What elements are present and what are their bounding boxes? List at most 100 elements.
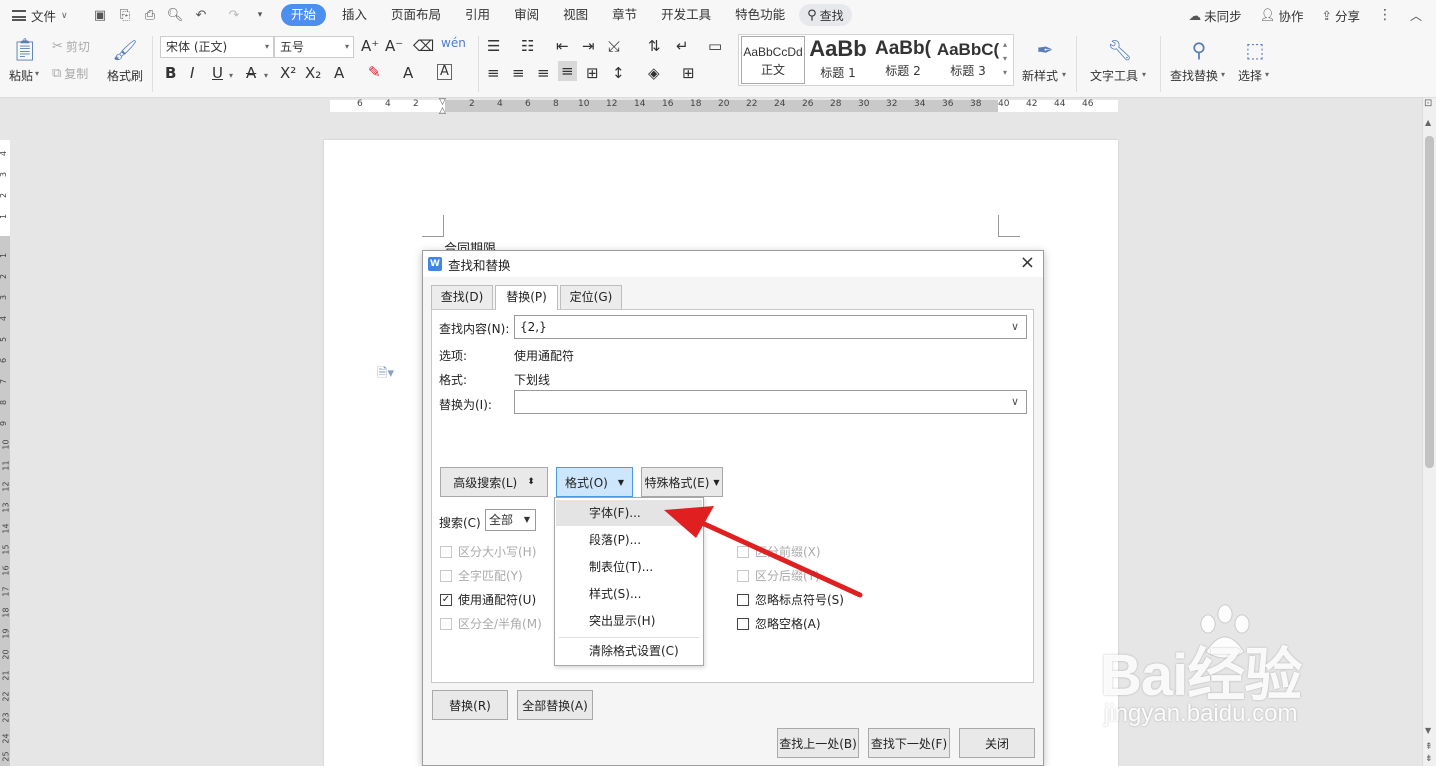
find-replace-button[interactable]: ⚲ xyxy=(1184,36,1214,64)
scroll-down-icon[interactable]: ▼ xyxy=(1425,726,1431,735)
decrease-indent-icon[interactable]: ⇤ xyxy=(556,37,569,55)
replace-input[interactable]: ∨ xyxy=(514,390,1027,414)
sync-status[interactable]: ☁ 未同步 xyxy=(1189,6,1242,25)
print-icon[interactable]: ⎙ xyxy=(142,7,158,23)
tab-special[interactable]: 特色功能 xyxy=(727,4,793,26)
select-button[interactable]: ⬚ xyxy=(1240,36,1270,64)
strikethrough-icon[interactable]: A xyxy=(246,64,256,82)
scroll-up-icon[interactable]: ▲ xyxy=(1425,118,1431,127)
paste-dropdown-icon[interactable]: ▾ xyxy=(35,69,39,78)
find-next-button[interactable]: 查找下一处(F) xyxy=(868,728,950,758)
print-preview-icon[interactable]: 🔍︎ xyxy=(167,7,184,23)
scroll-thumb[interactable] xyxy=(1425,136,1434,468)
replace-all-button[interactable]: 全部替换(A) xyxy=(517,690,593,720)
grow-font-icon[interactable]: A⁺ xyxy=(361,37,379,55)
match-case-checkbox[interactable]: 区分大小写(H) xyxy=(440,543,536,560)
font-color-icon[interactable]: A xyxy=(403,64,413,82)
close-button[interactable]: 关闭 xyxy=(959,728,1035,758)
more-icon[interactable]: ⋮ xyxy=(1378,7,1392,23)
indent-marker-icon[interactable]: ▽ △ xyxy=(439,98,446,116)
table-tools-icon[interactable]: ▭ xyxy=(708,37,722,55)
close-icon[interactable]: × xyxy=(1020,253,1035,273)
font-size-combo[interactable]: 五号 ▾ xyxy=(274,36,354,58)
new-style-button[interactable]: ✒ xyxy=(1030,36,1060,64)
text-tools-button[interactable]: 🔧︎ xyxy=(1105,36,1135,64)
chevron-down-icon[interactable]: ∨ xyxy=(1011,316,1019,338)
underline-dropdown-icon[interactable]: ▾ xyxy=(229,71,233,80)
find-replace-label[interactable]: 查找替换 xyxy=(1170,67,1218,84)
sort-icon[interactable]: ⇅ xyxy=(648,37,661,55)
show-marks-icon[interactable]: ↵ xyxy=(676,37,689,55)
vertical-scrollbar[interactable]: ▲ ▼ ⇞ ⇟ ⊡ xyxy=(1422,98,1436,766)
scroll-settings-icon[interactable]: ⊡ xyxy=(1424,98,1432,109)
search-tab[interactable]: ⚲ 查找 xyxy=(799,4,852,26)
italic-icon[interactable]: I xyxy=(190,64,194,82)
font-name-combo[interactable]: 宋体 (正文) ▾ xyxy=(160,36,274,58)
file-menu[interactable]: 文件 ∨ xyxy=(12,6,68,25)
tab-page-layout[interactable]: 页面布局 xyxy=(383,4,449,26)
tab-developer[interactable]: 开发工具 xyxy=(653,4,719,26)
vertical-ruler[interactable]: 4 3 2 1 1 2 3 4 5 6 7 8 9 10 11 12 13 14… xyxy=(0,116,12,766)
paste-label[interactable]: 粘贴 xyxy=(9,67,33,84)
strike-dropdown-icon[interactable]: ▾ xyxy=(264,71,268,80)
shading-icon[interactable]: ◈ xyxy=(648,64,660,82)
bullet-list-icon[interactable]: ☰ xyxy=(487,37,500,55)
tab-replace[interactable]: 替换(P) xyxy=(495,285,558,310)
chevron-down-icon[interactable]: ∨ xyxy=(1011,391,1019,413)
menu-item-clear-format[interactable]: 清除格式设置(C) xyxy=(556,638,702,664)
find-previous-button[interactable]: 查找上一处(B) xyxy=(777,728,859,758)
copy-button[interactable]: ⧉ 复制 xyxy=(52,65,88,82)
align-right-icon[interactable]: ≡ xyxy=(537,64,550,82)
horizontal-ruler[interactable]: 6 4 2 2 4 6 8 10 12 14 16 18 20 22 24 26… xyxy=(0,98,1422,116)
increase-indent-icon[interactable]: ⇥ xyxy=(582,37,595,55)
find-input[interactable]: {2,} ∨ xyxy=(514,315,1027,339)
phonetic-icon[interactable]: wén xyxy=(441,36,466,50)
style-heading-2[interactable]: AaBb( 标题 2 xyxy=(871,36,935,84)
border-icon[interactable]: ⊞ xyxy=(682,64,695,82)
tab-view[interactable]: 视图 xyxy=(555,4,596,26)
tab-chapter[interactable]: 章节 xyxy=(604,4,645,26)
format-painter-label[interactable]: 格式刷 xyxy=(107,67,143,84)
document-helper-icon[interactable]: 🗎︎▾ xyxy=(377,364,394,386)
style-heading-3[interactable]: AaBbC( 标题 3 xyxy=(936,36,1000,84)
text-effect-icon[interactable]: A xyxy=(334,64,344,82)
numbered-list-icon[interactable]: ☷ xyxy=(521,37,534,55)
wildcard-checkbox[interactable]: ✓ 使用通配符(U) xyxy=(440,591,536,608)
replace-button[interactable]: 替换(R) xyxy=(432,690,508,720)
tab-review[interactable]: 审阅 xyxy=(506,4,547,26)
search-direction-select[interactable]: 全部 ▼ xyxy=(485,509,536,531)
style-normal[interactable]: AaBbCcDd 正文 xyxy=(741,36,805,84)
format-button[interactable]: 格式(O) ▼ xyxy=(556,467,633,497)
output-icon[interactable]: ⎘ xyxy=(117,7,133,23)
subscript-icon[interactable]: X₂ xyxy=(305,64,321,82)
ignore-space-checkbox[interactable]: 忽略空格(A) xyxy=(737,615,821,632)
dialog-titlebar[interactable]: W 查找和替换 × xyxy=(423,251,1043,277)
advanced-search-button[interactable]: 高级搜索(L) ⬍ xyxy=(440,467,548,497)
full-half-width-checkbox[interactable]: 区分全/半角(M) xyxy=(440,615,542,632)
shrink-font-icon[interactable]: A⁻ xyxy=(385,37,403,55)
tab-find[interactable]: 查找(D) xyxy=(431,285,493,309)
collab-button[interactable]: 👤︎ 协作 xyxy=(1260,6,1304,25)
align-center-icon[interactable]: ≡ xyxy=(512,64,525,82)
paste-button[interactable]: 📋︎ xyxy=(10,36,40,64)
justify-icon[interactable]: ≡ xyxy=(558,61,577,81)
whole-word-checkbox[interactable]: 全字匹配(Y) xyxy=(440,567,523,584)
collapse-ribbon-icon[interactable]: ︿ xyxy=(1410,7,1422,24)
tab-home[interactable]: 开始 xyxy=(281,4,327,26)
bold-icon[interactable]: B xyxy=(165,64,176,82)
tab-insert[interactable]: 插入 xyxy=(334,4,375,26)
tab-goto[interactable]: 定位(G) xyxy=(560,285,622,309)
customize-dropdown-icon[interactable]: ▾ xyxy=(252,7,268,23)
special-format-button[interactable]: 特殊格式(E) ▼ xyxy=(641,467,723,497)
highlight-icon[interactable]: ✎ xyxy=(368,63,381,81)
style-heading-1[interactable]: AaBb 标题 1 xyxy=(806,36,870,84)
underline-icon[interactable]: U xyxy=(212,64,223,82)
align-left-icon[interactable]: ≡ xyxy=(487,64,500,82)
line-spacing-icon[interactable]: ↕ xyxy=(612,64,625,82)
superscript-icon[interactable]: X² xyxy=(280,64,296,82)
page-nav-icon[interactable]: ⇞ xyxy=(1425,742,1433,752)
select-label[interactable]: 选择 xyxy=(1238,67,1262,84)
format-painter-button[interactable]: 🖌︎ xyxy=(112,36,138,64)
share-button[interactable]: ⇪ 分享 xyxy=(1321,6,1360,25)
gallery-scroll-icon[interactable]: ▴ ▾ ▾ xyxy=(1003,38,1007,80)
